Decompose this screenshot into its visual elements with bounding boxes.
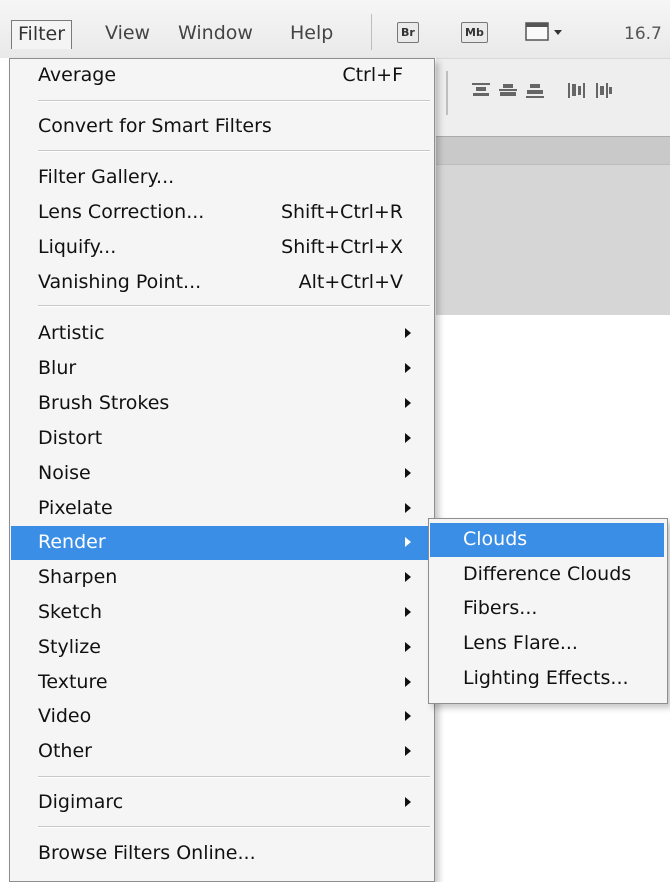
menu-item-average[interactable]: Average Ctrl+F (11, 59, 431, 93)
menu-item-lens-correction[interactable]: Lens Correction... Shift+Ctrl+R (11, 196, 431, 230)
submenu-arrow-icon (405, 328, 411, 338)
submenu-arrow-icon (405, 537, 411, 547)
submenu-item-fibers[interactable]: Fibers... (430, 592, 664, 626)
menu-item-shortcut: Ctrl+F (342, 64, 403, 86)
menu-item-label: Distort (38, 427, 103, 449)
document-tab-bar (436, 136, 670, 165)
options-bar (436, 58, 670, 137)
menu-item-filter-gallery[interactable]: Filter Gallery... (11, 161, 431, 195)
submenu-arrow-icon (405, 503, 411, 513)
menubar-divider (371, 14, 372, 50)
menu-view[interactable]: View (105, 22, 150, 44)
menu-item-label: Browse Filters Online... (38, 842, 256, 864)
submenu-arrow-icon (405, 607, 411, 617)
align-bottom-icon[interactable] (524, 81, 546, 99)
submenu-arrow-icon (405, 677, 411, 687)
menu-item-browse-filters-online[interactable]: Browse Filters Online... (11, 837, 431, 871)
render-submenu: Clouds Difference Clouds Fibers... Lens … (428, 518, 668, 704)
submenu-item-lighting-effects[interactable]: Lighting Effects... (430, 662, 664, 696)
menu-item-distort[interactable]: Distort (11, 422, 431, 456)
menu-item-label: Lens Correction... (38, 201, 205, 223)
menu-item-label: Stylize (38, 636, 101, 658)
menu-help[interactable]: Help (290, 22, 333, 44)
menu-item-sharpen[interactable]: Sharpen (11, 561, 431, 595)
menu-item-noise[interactable]: Noise (11, 457, 431, 491)
menu-item-shortcut: Alt+Ctrl+V (298, 271, 403, 293)
bridge-icon[interactable]: Br (397, 22, 419, 43)
menu-item-sketch[interactable]: Sketch (11, 596, 431, 630)
zoom-level[interactable]: 16.7 (624, 24, 662, 44)
menu-item-label: Other (38, 740, 92, 762)
menu-item-label: Pixelate (38, 497, 113, 519)
submenu-item-label: Lens Flare... (463, 632, 578, 654)
menu-item-label: Blur (38, 357, 77, 379)
menu-separator (38, 100, 430, 102)
screen-mode-icon[interactable] (524, 20, 562, 44)
submenu-item-label: Clouds (463, 528, 528, 550)
menu-separator (38, 776, 430, 778)
options-bar-grip (446, 71, 448, 115)
submenu-arrow-icon (405, 711, 411, 721)
menu-item-shortcut: Shift+Ctrl+X (281, 236, 403, 258)
align-top-icon[interactable] (470, 81, 492, 99)
align-vcenter-icon[interactable] (497, 81, 519, 99)
menu-separator (38, 150, 430, 152)
menu-item-label: Convert for Smart Filters (38, 115, 272, 137)
menu-item-digimarc[interactable]: Digimarc (11, 786, 431, 820)
menu-item-video[interactable]: Video (11, 700, 431, 734)
menu-item-label: Artistic (38, 322, 105, 344)
menu-item-label: Noise (38, 462, 91, 484)
menu-item-vanishing-point[interactable]: Vanishing Point... Alt+Ctrl+V (11, 266, 431, 300)
menu-item-render[interactable]: Render (11, 526, 431, 560)
submenu-arrow-icon (405, 363, 411, 373)
menu-item-label: Liquify... (38, 236, 117, 258)
menu-item-label: Digimarc (38, 791, 124, 813)
align-spacer (551, 81, 561, 99)
align-left-icon[interactable] (566, 81, 588, 99)
menu-item-shortcut: Shift+Ctrl+R (280, 201, 403, 223)
menu-item-label: Brush Strokes (38, 392, 170, 414)
submenu-arrow-icon (405, 797, 411, 807)
menu-item-label: Texture (38, 671, 108, 693)
menu-item-label: Sketch (38, 601, 103, 623)
menu-item-liquify[interactable]: Liquify... Shift+Ctrl+X (11, 231, 431, 265)
menu-item-blur[interactable]: Blur (11, 352, 431, 386)
menu-window[interactable]: Window (178, 22, 253, 44)
submenu-item-clouds[interactable]: Clouds (430, 523, 664, 557)
menu-filter[interactable]: Filter (11, 20, 73, 49)
submenu-arrow-icon (405, 572, 411, 582)
submenu-arrow-icon (405, 433, 411, 443)
workspace-area (436, 164, 670, 315)
filter-menu: Average Ctrl+F Convert for Smart Filters… (9, 58, 435, 882)
submenu-item-label: Fibers... (463, 597, 538, 619)
menu-item-label: Video (38, 705, 92, 727)
submenu-arrow-icon (405, 746, 411, 756)
menu-item-stylize[interactable]: Stylize (11, 631, 431, 665)
menu-item-label: Vanishing Point... (38, 271, 202, 293)
menu-item-label: Filter Gallery... (38, 166, 175, 188)
menu-item-convert-smart-filters[interactable]: Convert for Smart Filters (11, 110, 431, 144)
submenu-arrow-icon (405, 642, 411, 652)
menu-separator (38, 826, 430, 828)
submenu-item-label: Difference Clouds (463, 563, 632, 585)
menu-bar: Filter View Window Help Br Mb 16.7 (0, 0, 670, 58)
menu-item-label: Average (38, 64, 117, 86)
submenu-item-difference-clouds[interactable]: Difference Clouds (430, 558, 664, 592)
menu-item-texture[interactable]: Texture (11, 666, 431, 700)
submenu-item-label: Lighting Effects... (463, 667, 629, 689)
menu-item-brush-strokes[interactable]: Brush Strokes (11, 387, 431, 421)
submenu-item-lens-flare[interactable]: Lens Flare... (430, 627, 664, 661)
minibridge-icon[interactable]: Mb (461, 22, 488, 43)
menu-item-artistic[interactable]: Artistic (11, 317, 431, 351)
menu-item-pixelate[interactable]: Pixelate (11, 492, 431, 526)
menu-item-label: Render (38, 531, 106, 553)
submenu-arrow-icon (405, 398, 411, 408)
align-icons (470, 81, 615, 99)
menu-item-other[interactable]: Other (11, 735, 431, 769)
menu-item-label: Sharpen (38, 566, 118, 588)
menu-separator (38, 305, 430, 307)
submenu-arrow-icon (405, 468, 411, 478)
align-hcenter-icon[interactable] (593, 81, 615, 99)
